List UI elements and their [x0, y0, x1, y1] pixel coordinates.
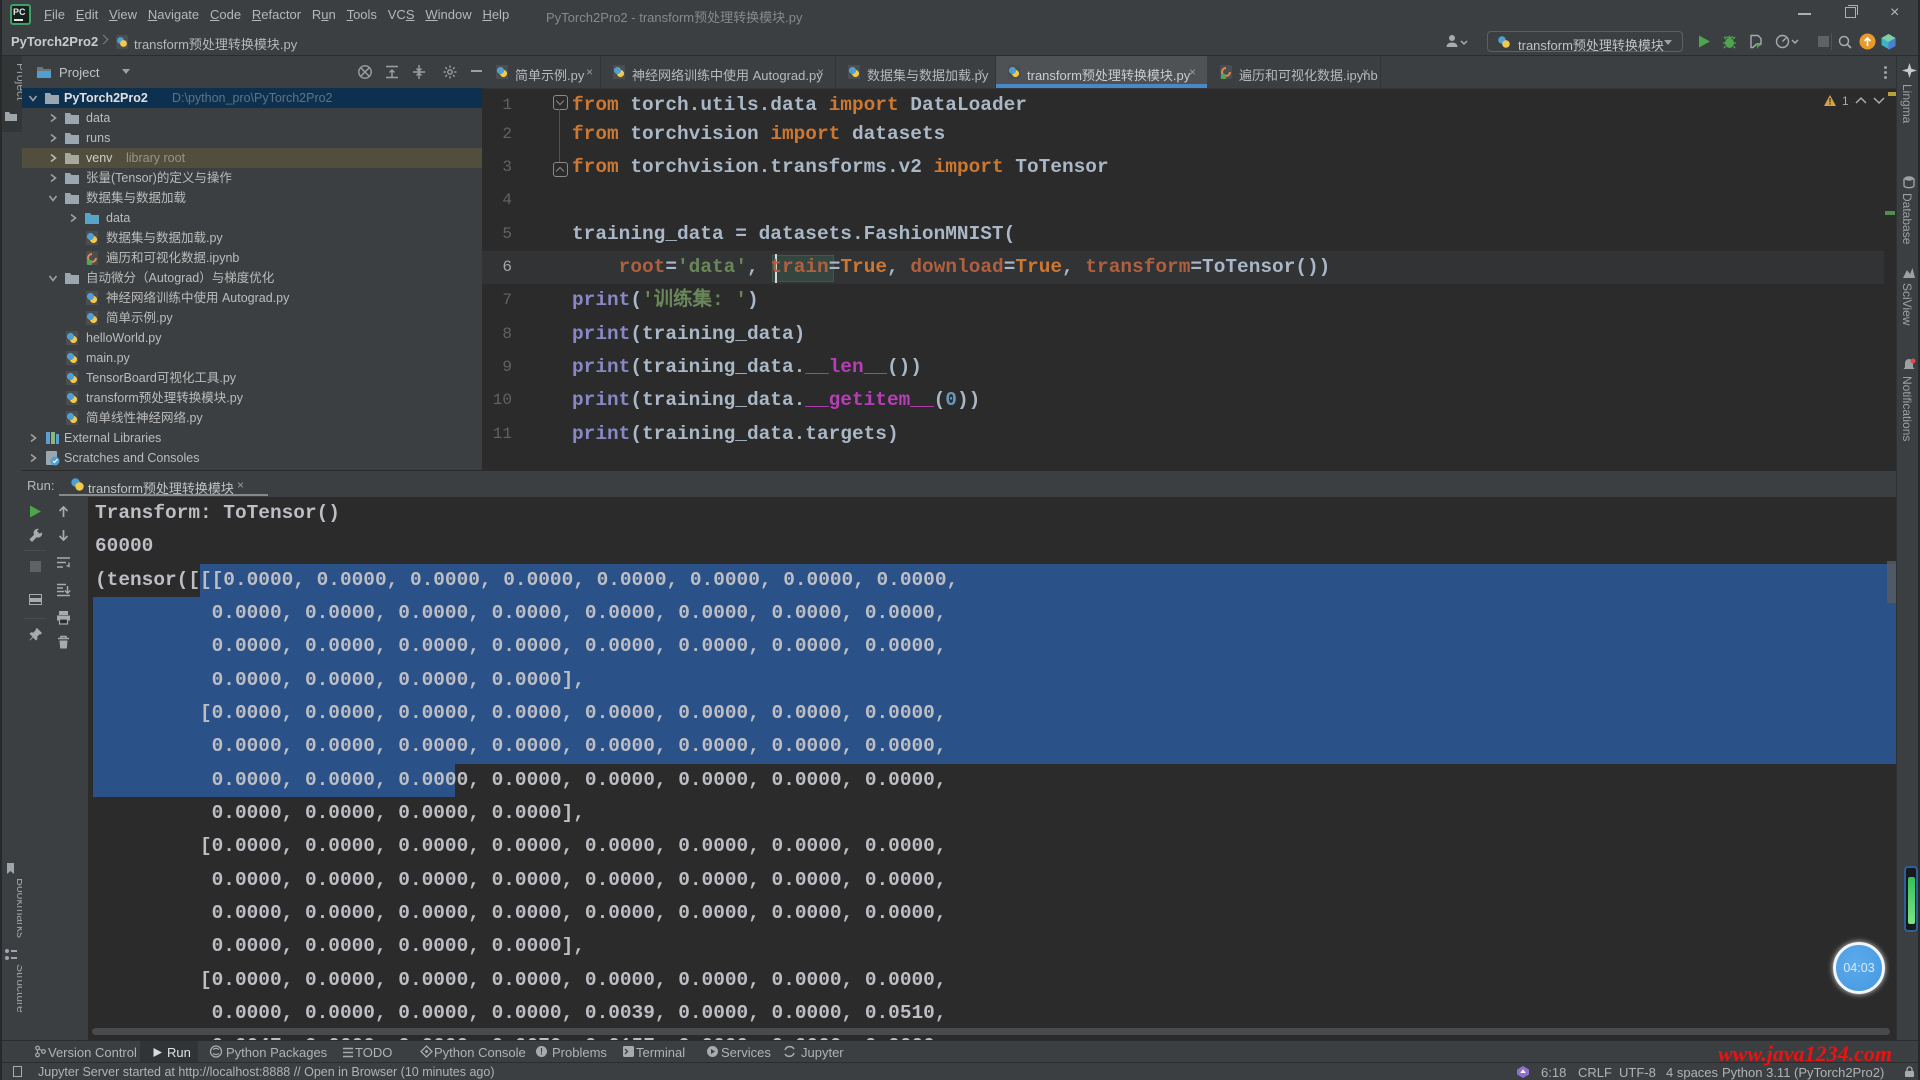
- svg-text:!: !: [1829, 97, 1832, 107]
- svg-text:1: 1: [1842, 94, 1849, 108]
- svg-text:!: !: [540, 1047, 543, 1057]
